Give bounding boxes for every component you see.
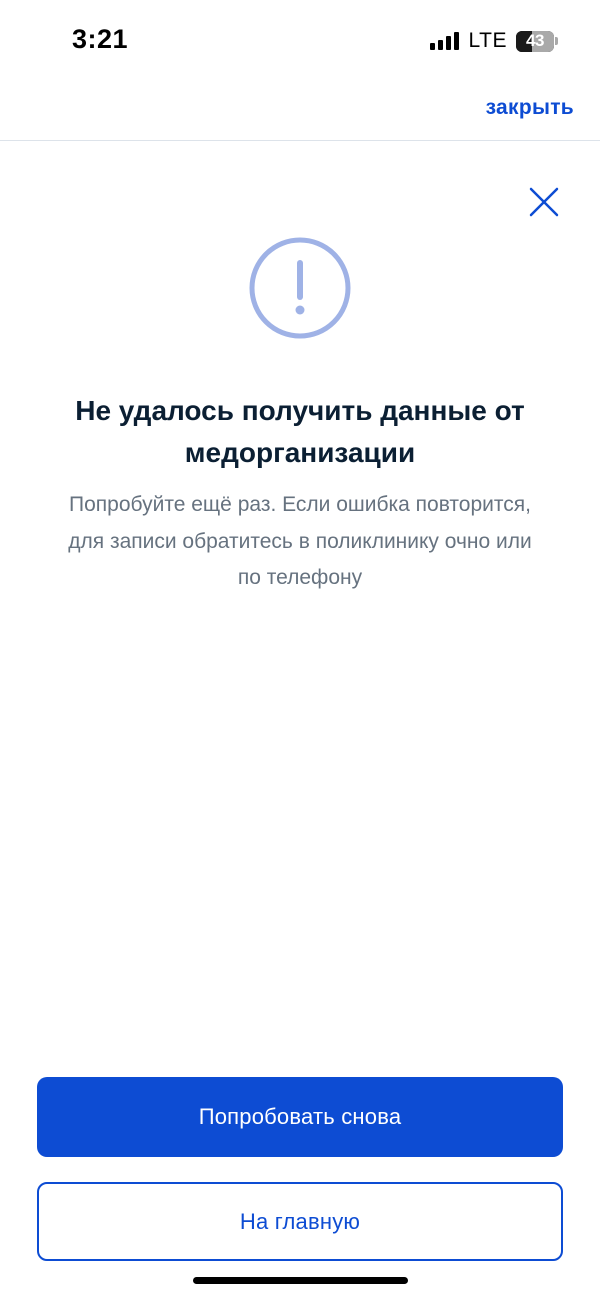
status-time: 3:21	[72, 24, 129, 54]
battery-level: 43	[526, 31, 544, 50]
error-screen: 3:21 LTE 43 закрыть Не удалось получить …	[0, 0, 600, 1297]
status-indicators: LTE 43	[429, 28, 558, 54]
exclamation-circle-icon	[248, 236, 352, 340]
close-icon[interactable]	[526, 184, 562, 220]
home-indicator[interactable]	[193, 1277, 408, 1284]
status-bar: 3:21 LTE 43	[0, 0, 600, 80]
top-header: закрыть	[0, 80, 600, 141]
network-type: LTE	[468, 29, 507, 52]
close-link[interactable]: закрыть	[486, 96, 574, 120]
battery-icon: 43	[516, 30, 558, 52]
cellular-signal-icon	[429, 32, 459, 50]
retry-button[interactable]: Попробовать снова	[37, 1077, 563, 1157]
home-button[interactable]: На главную	[37, 1182, 563, 1261]
error-title: Не удалось получить данные от медорганиз…	[75, 395, 525, 468]
error-description: Попробуйте ещё раз. Если ошибка повторит…	[68, 493, 532, 589]
